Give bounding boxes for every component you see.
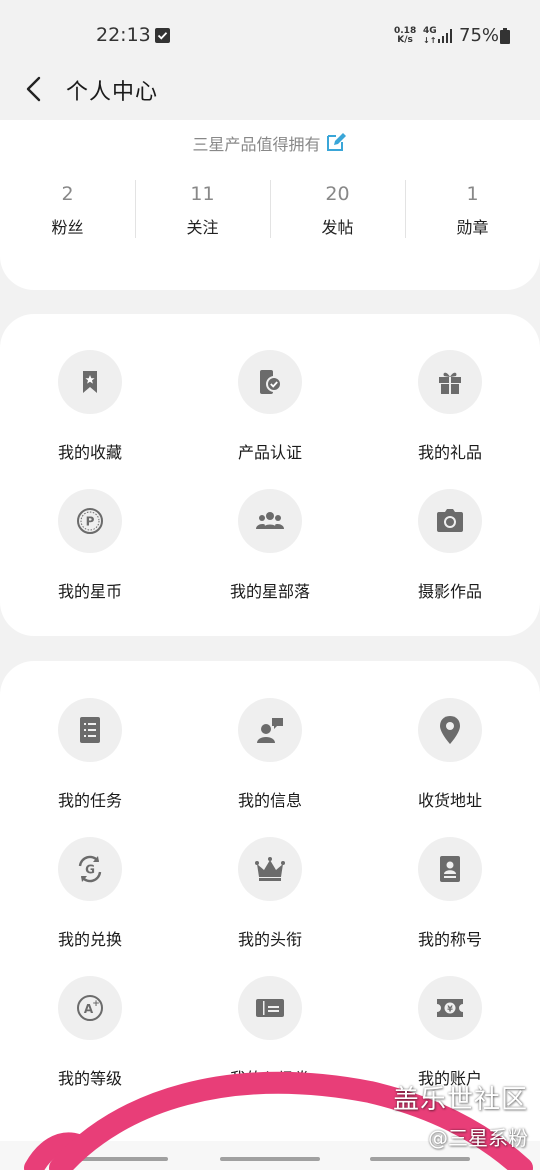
svg-text:+: + — [92, 999, 100, 1009]
network-speed: 0.18 K/s — [394, 26, 417, 45]
status-time: 22:13 — [96, 24, 151, 46]
stat-label: 勋章 — [456, 218, 489, 237]
grid-item-label: 我的星部落 — [229, 582, 310, 601]
grid-item-exchange[interactable]: G 我的兑换 — [0, 837, 180, 950]
task-list-icon — [80, 717, 100, 743]
icon-circle: A + — [58, 976, 122, 1040]
grid-item-label: 我的任务 — [57, 791, 122, 810]
icon-circle: ¥ — [418, 976, 482, 1040]
stat-medals[interactable]: 1 勋章 — [405, 176, 540, 240]
icon-circle — [238, 350, 302, 414]
icon-circle — [58, 698, 122, 762]
icon-circle: G — [58, 837, 122, 901]
grid-item-gifts[interactable]: 我的礼品 — [360, 350, 540, 463]
app-header: 个人中心 — [0, 60, 540, 120]
page-title: 个人中心 — [66, 80, 159, 105]
icon-circle — [238, 698, 302, 762]
feature-grid-card-2: 我的任务 我的信息 收货地址 G 我的兑换 我的头衔 我的称号 A + 我的等级… — [0, 661, 540, 1141]
grid-item-star-tribe[interactable]: 我的星部落 — [180, 489, 360, 602]
watermark-author: @三星系粉 — [428, 1126, 528, 1150]
stat-value: 2 — [61, 183, 74, 205]
battery-percent: 75% — [459, 25, 500, 46]
nav-back-button[interactable] — [370, 1157, 470, 1161]
grid-item-address[interactable]: 收货地址 — [360, 698, 540, 811]
signature-text: 三星产品值得拥有 — [192, 135, 321, 154]
ticket-icon — [256, 999, 284, 1017]
icon-circle — [418, 698, 482, 762]
message-user-icon — [257, 718, 283, 743]
stat-value: 1 — [466, 183, 479, 205]
grid-item-label: 我的星币 — [57, 582, 122, 601]
coin-p-icon: P — [77, 508, 103, 534]
grid-item-titles[interactable]: 我的头衔 — [180, 837, 360, 950]
grid-item-account[interactable]: ¥ 我的账户 — [360, 976, 540, 1089]
grid-item-tickets[interactable]: 我的入场券 — [180, 976, 360, 1089]
nav-home-button[interactable] — [220, 1157, 320, 1161]
chevron-left-icon — [26, 76, 41, 102]
grid-item-label: 摄影作品 — [417, 582, 482, 601]
grid-item-favorites[interactable]: 我的收藏 — [0, 350, 180, 463]
exchange-g-icon: G — [78, 855, 102, 883]
grid-item-label: 收货地址 — [417, 791, 482, 810]
level-a-plus-icon: A + — [77, 995, 103, 1021]
location-pin-icon — [440, 716, 460, 744]
icon-circle — [418, 489, 482, 553]
grid-item-messages[interactable]: 我的信息 — [180, 698, 360, 811]
icon-circle: P — [58, 489, 122, 553]
back-button[interactable] — [18, 72, 52, 106]
network-type: 4G ↓↑ — [423, 26, 437, 46]
checkbox-notification-icon — [155, 28, 170, 43]
camera-icon — [437, 509, 463, 532]
stat-label: 关注 — [186, 218, 219, 237]
stat-label: 发帖 — [321, 218, 354, 237]
icon-circle — [418, 350, 482, 414]
stat-posts[interactable]: 20 发帖 — [270, 176, 405, 240]
bookmark-star-icon — [83, 371, 97, 393]
svg-text:P: P — [86, 515, 95, 529]
feature-grid-card-1: 我的收藏 产品认证 我的礼品 P 我的星币 我的星部落 摄影作品 — [0, 314, 540, 636]
grid-item-honorific[interactable]: 我的称号 — [360, 837, 540, 950]
edit-icon[interactable] — [324, 130, 348, 158]
stat-label: 粉丝 — [51, 218, 84, 237]
badge-card-icon — [440, 856, 460, 882]
wallet-yen-icon: ¥ — [437, 999, 463, 1017]
grid-item-label: 我的称号 — [417, 930, 482, 949]
stat-value: 20 — [325, 183, 350, 205]
grid-item-label: 产品认证 — [237, 443, 302, 462]
profile-stats: 2 粉丝 11 关注 20 发帖 1 勋章 — [0, 176, 540, 240]
profile-card: 三星产品值得拥有 2 粉丝 11 关注 20 发帖 1 勋章 — [0, 120, 540, 290]
grid-item-label: 我的头衔 — [237, 930, 302, 949]
grid-item-label: 我的兑换 — [57, 930, 122, 949]
battery-icon — [500, 28, 510, 44]
profile-signature[interactable]: 三星产品值得拥有 — [0, 130, 540, 158]
grid-item-photography[interactable]: 摄影作品 — [360, 489, 540, 602]
icon-circle — [238, 489, 302, 553]
phone-verified-icon — [260, 370, 282, 394]
grid-item-tasks[interactable]: 我的任务 — [0, 698, 180, 811]
grid-item-level[interactable]: A + 我的等级 — [0, 976, 180, 1089]
svg-text:G: G — [85, 863, 95, 877]
grid-item-label: 我的礼品 — [417, 443, 482, 462]
nav-recent-button[interactable] — [68, 1157, 168, 1161]
group-icon — [256, 512, 284, 529]
grid-item-label: 我的等级 — [57, 1069, 122, 1088]
stat-following[interactable]: 11 关注 — [135, 176, 270, 240]
stat-value: 11 — [190, 183, 215, 205]
watermark-community: 盖乐世社区 — [392, 1085, 528, 1115]
signal-icon — [438, 29, 452, 43]
grid-item-label: 我的收藏 — [57, 443, 122, 462]
icon-circle — [58, 350, 122, 414]
crown-icon — [255, 857, 285, 881]
grid-item-label: 我的信息 — [237, 791, 302, 810]
svg-text:¥: ¥ — [447, 1004, 453, 1013]
gift-icon — [439, 372, 461, 394]
grid-item-star-coins[interactable]: P 我的星币 — [0, 489, 180, 602]
icon-circle — [238, 837, 302, 901]
icon-circle — [418, 837, 482, 901]
grid-item-label: 我的入场券 — [229, 1069, 310, 1088]
stat-fans[interactable]: 2 粉丝 — [0, 176, 135, 240]
grid-item-product-verify[interactable]: 产品认证 — [180, 350, 360, 463]
icon-circle — [238, 976, 302, 1040]
